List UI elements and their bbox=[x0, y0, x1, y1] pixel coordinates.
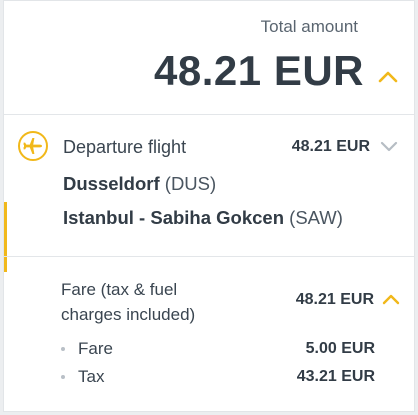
breakdown-value: 43.21 EUR bbox=[296, 368, 375, 385]
total-amount-value: 48.21 EUR bbox=[154, 47, 364, 94]
destination-airport: Istanbul - Sabiha Gokcen (SAW) bbox=[63, 207, 343, 229]
total-amount-label: Total amount bbox=[260, 17, 358, 36]
fare-title-line2: charges included) bbox=[61, 305, 196, 324]
fare-title-line1: Fare (tax & fuel bbox=[61, 280, 178, 299]
plane-icon bbox=[18, 131, 48, 161]
fare-title: Fare (tax & fuel charges included) bbox=[61, 277, 195, 327]
chevron-up-icon[interactable] bbox=[378, 69, 398, 83]
breakdown-value: 5.00 EUR bbox=[305, 340, 375, 357]
origin-code: (DUS) bbox=[164, 173, 217, 194]
departure-flight-label: Departure flight bbox=[63, 137, 187, 157]
fare-breakdown-row: Fare 5.00 EUR bbox=[61, 338, 375, 360]
chevron-up-icon[interactable] bbox=[382, 293, 400, 305]
destination-code: (SAW) bbox=[289, 207, 343, 228]
section-divider bbox=[4, 114, 414, 115]
breakdown-label: Tax bbox=[78, 367, 105, 386]
fare-price: 48.21 EUR bbox=[295, 291, 374, 308]
origin-city: Dusseldorf bbox=[63, 173, 160, 194]
active-section-marker bbox=[4, 202, 7, 272]
breakdown-label: Fare bbox=[78, 339, 113, 358]
price-summary-panel: Total amount 48.21 EUR Departure flight … bbox=[3, 0, 415, 412]
destination-city: Istanbul - Sabiha Gokcen bbox=[63, 207, 285, 228]
origin-airport: Dusseldorf (DUS) bbox=[63, 173, 216, 195]
section-divider bbox=[4, 256, 414, 257]
bullet-icon bbox=[61, 375, 65, 379]
bullet-icon bbox=[61, 347, 65, 351]
fare-breakdown-row: Tax 43.21 EUR bbox=[61, 366, 375, 388]
chevron-down-icon[interactable] bbox=[380, 141, 398, 153]
departure-flight-price: 48.21 EUR bbox=[291, 138, 370, 155]
